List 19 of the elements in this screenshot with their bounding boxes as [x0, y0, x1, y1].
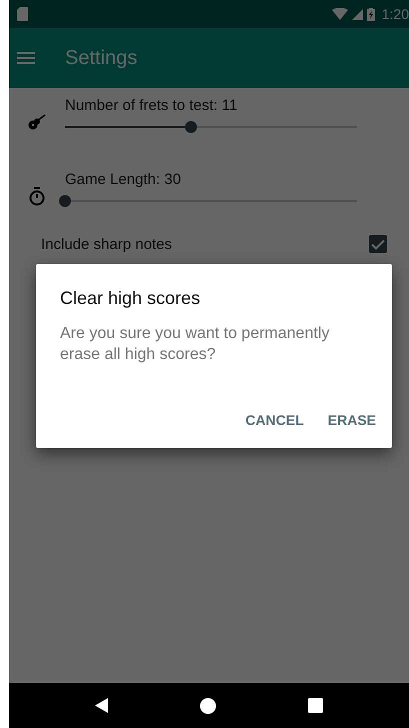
checkbox[interactable]: [369, 235, 387, 253]
stopwatch-icon: [29, 186, 45, 206]
dialog-title: Clear high scores: [60, 288, 202, 309]
app-bar-title: Settings: [65, 46, 138, 70]
guitar-icon: [28, 114, 46, 130]
dialog-message: Are you sure you want to permanently erase all high scores?: [60, 324, 330, 365]
slider-label: Game Length: 30: [65, 171, 182, 188]
battery-icon: [366, 8, 375, 20]
slider-label: Number of frets to test: 11: [65, 97, 238, 114]
status-time: 1:20: [382, 6, 409, 22]
back-icon[interactable]: [95, 698, 108, 713]
wifi-icon: [332, 8, 348, 20]
dialog-button[interactable]: CANCEL: [237, 404, 312, 436]
menu-icon[interactable]: [17, 52, 35, 64]
dialog-button[interactable]: ERASE: [320, 404, 384, 436]
home-icon[interactable]: [200, 698, 216, 714]
checkbox-label: Include sharp notes: [41, 236, 172, 252]
signal-icon: [352, 8, 363, 20]
sd-card-icon: [17, 7, 28, 21]
